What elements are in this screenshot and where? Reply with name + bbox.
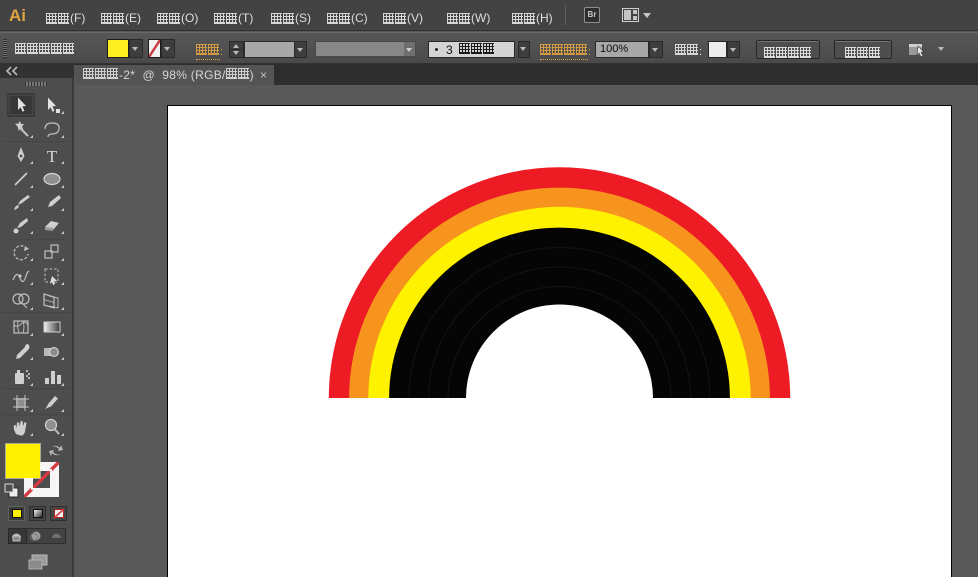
svg-text:T: T (47, 147, 58, 166)
